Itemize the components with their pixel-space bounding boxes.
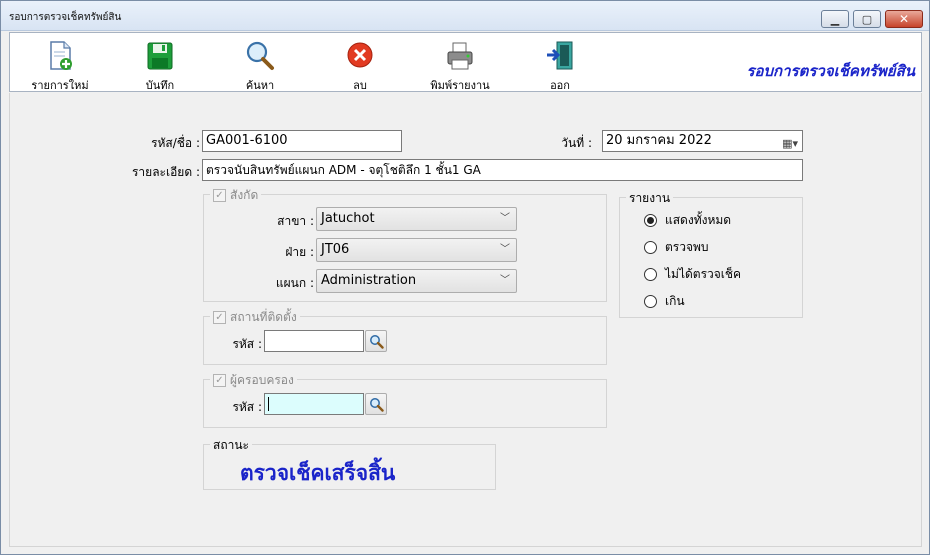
detail-input[interactable]: ตรวจนับสินทรัพย์แผนก ADM - จตุโชติลึก 1 … [202, 159, 803, 181]
section-value: Administration [321, 273, 417, 288]
date-picker[interactable]: 20 มกราคม 2022 ▦▾ [602, 130, 803, 152]
location-code-label: รหัส : [232, 337, 262, 351]
search-icon [369, 397, 384, 412]
delete-x-icon [347, 42, 373, 68]
delete-label: ลบ [353, 79, 367, 92]
report-group: รายงาน แสดงทั้งหมด ตรวจพบ ไม่ได้ตรวจเช็ค… [619, 189, 803, 318]
close-button[interactable]: ✕ [885, 10, 923, 28]
custodian-legend: ✓ ผู้ครอบครอง [210, 371, 297, 390]
affiliation-legend: ✓ สังกัด [210, 186, 262, 205]
search-icon [369, 334, 384, 349]
save-label: บันทึก [145, 79, 175, 92]
radio-icon[interactable] [644, 295, 657, 308]
print-report-button[interactable]: พิมพ์รายงาน [420, 37, 500, 92]
status-group: สถานะ ตรวจเช็คเสร็จสิ้น [203, 436, 496, 490]
detail-label: รายละเอียด : [131, 165, 200, 179]
printer-icon [447, 42, 473, 70]
location-group: ✓ สถานที่ติดตั้ง รหัส : [203, 308, 607, 365]
report-option-label: ตรวจพบ [665, 240, 709, 254]
affiliation-legend-text: สังกัด [230, 188, 259, 202]
branch-label: สาขา : [277, 214, 314, 228]
report-option-all[interactable]: แสดงทั้งหมด [644, 211, 731, 230]
exit-door-icon [547, 41, 573, 70]
radio-icon[interactable] [644, 241, 657, 254]
window-title: รอบการตรวจเช็คทรัพย์สิน [9, 12, 122, 23]
minimize-button[interactable]: ▁ [821, 10, 849, 28]
search-button[interactable]: ค้นหา [220, 37, 300, 92]
delete-button[interactable]: ลบ [320, 37, 400, 92]
calendar-dropdown-icon[interactable]: ▦▾ [782, 134, 798, 151]
location-checkbox[interactable]: ✓ [213, 311, 226, 324]
report-legend: รายงาน [626, 189, 674, 208]
custodian-group: ✓ ผู้ครอบครอง รหัส : [203, 371, 607, 428]
report-option-label: แสดงทั้งหมด [665, 213, 732, 227]
location-legend: ✓ สถานที่ติดตั้ง [210, 308, 300, 327]
report-option-not-checked[interactable]: ไม่ได้ตรวจเช็ค [644, 265, 741, 284]
custodian-code-input[interactable] [264, 393, 364, 415]
report-option-label: เกิน [665, 294, 685, 308]
maximize-icon: ▢ [861, 12, 873, 26]
new-document-icon [50, 41, 72, 70]
exit-button[interactable]: ออก [520, 37, 600, 92]
date-value: 20 มกราคม 2022 [606, 133, 712, 148]
toolbar-heading: รอบการตรวจเช็คทรัพย์สิน [746, 62, 915, 80]
new-item-label: รายการใหม่ [31, 79, 89, 92]
report-legend-text: รายงาน [629, 191, 671, 205]
text-caret [268, 396, 269, 411]
report-option-label: ไม่ได้ตรวจเช็ค [665, 267, 742, 281]
magnifier-icon [246, 41, 274, 70]
save-disk-icon [147, 42, 173, 70]
date-label: วันที่ : [561, 136, 592, 150]
report-option-excess[interactable]: เกิน [644, 292, 685, 311]
code-input[interactable]: GA001-6100 [202, 130, 402, 152]
affiliation-group: ✓ สังกัด สาขา : Jatuchot ﹀ ฝ่าย : JT06 ﹀… [203, 186, 607, 302]
section-label: แผนก : [275, 276, 314, 290]
maximize-button[interactable]: ▢ [853, 10, 881, 28]
location-code-input[interactable] [264, 330, 364, 352]
app-window: รอบการตรวจเช็คทรัพย์สิน ▁ ▢ ✕ รายการใหม่… [0, 0, 930, 555]
radio-selected-icon[interactable] [644, 214, 657, 227]
status-value: ตรวจเช็คเสร็จสิ้น [240, 461, 396, 485]
exit-label: ออก [550, 79, 570, 92]
chevron-down-icon: ﹀ [500, 275, 510, 286]
custodian-checkbox[interactable]: ✓ [213, 374, 226, 387]
branch-select[interactable]: Jatuchot ﹀ [316, 207, 517, 231]
department-select[interactable]: JT06 ﹀ [316, 238, 517, 262]
form-area: รหัส/ชื่อ : GA001-6100 วันที่ : 20 มกราค… [9, 93, 922, 547]
radio-icon[interactable] [644, 268, 657, 281]
custodian-lookup-button[interactable] [365, 393, 387, 415]
title-bar: รอบการตรวจเช็คทรัพย์สิน ▁ ▢ ✕ [1, 1, 929, 31]
status-legend: สถานะ [210, 436, 252, 455]
new-item-button[interactable]: รายการใหม่ [20, 37, 100, 92]
minimize-icon: ▁ [830, 12, 840, 26]
section-select[interactable]: Administration ﹀ [316, 269, 517, 293]
location-lookup-button[interactable] [365, 330, 387, 352]
location-legend-text: สถานที่ติดตั้ง [230, 310, 297, 324]
code-label: รหัส/ชื่อ : [151, 136, 200, 150]
department-label: ฝ่าย : [285, 245, 314, 259]
chevron-down-icon: ﹀ [500, 244, 510, 255]
save-button[interactable]: บันทึก [120, 37, 200, 92]
department-value: JT06 [321, 242, 350, 257]
custodian-code-label: รหัส : [232, 400, 262, 414]
print-report-label: พิมพ์รายงาน [430, 79, 490, 92]
toolbar: รายการใหม่ บันทึก ค้นหา ลบ พิมพ์รายงาน อ… [9, 32, 922, 92]
branch-value: Jatuchot [321, 211, 375, 226]
close-icon: ✕ [898, 12, 910, 26]
search-label: ค้นหา [245, 79, 275, 92]
affiliation-checkbox[interactable]: ✓ [213, 189, 226, 202]
status-legend-text: สถานะ [213, 438, 249, 452]
custodian-legend-text: ผู้ครอบครอง [230, 373, 294, 387]
report-option-found[interactable]: ตรวจพบ [644, 238, 709, 257]
chevron-down-icon: ﹀ [500, 213, 510, 224]
